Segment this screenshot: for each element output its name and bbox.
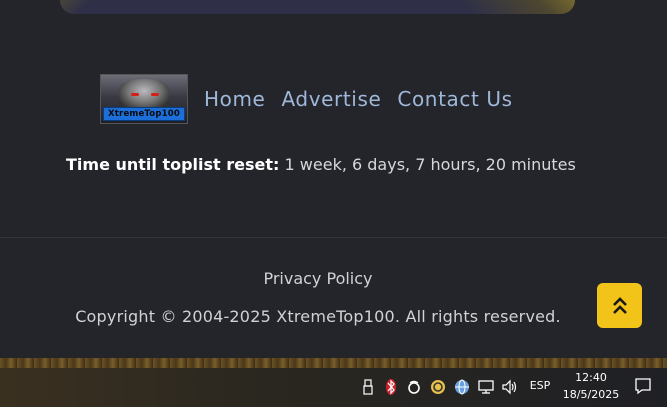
volume-icon[interactable]: [501, 378, 519, 396]
double-chevron-up-icon: [612, 296, 627, 314]
nav-link-advertise[interactable]: Advertise: [281, 87, 381, 111]
reset-label: Time until toplist reset:: [66, 155, 280, 174]
logo-eye-left: [131, 93, 139, 96]
logo-face: [119, 79, 169, 109]
app-icon[interactable]: [429, 378, 447, 396]
usb-icon[interactable]: [359, 378, 377, 396]
footer-divider: [0, 237, 667, 238]
taskbar-clock[interactable]: 12:40 18/5/2025: [560, 369, 622, 403]
steam-icon[interactable]: [405, 378, 423, 396]
notification-icon[interactable]: [634, 377, 652, 395]
logo-text: XtremeTop100: [103, 107, 185, 121]
nav-link-home[interactable]: Home: [204, 87, 265, 111]
top-card-remnant: [60, 0, 575, 14]
nav-link-contact-us[interactable]: Contact Us: [397, 87, 512, 111]
scroll-to-top-button[interactable]: [597, 283, 642, 328]
copyright-text: Copyright © 2004-2025 XtremeTop100. All …: [75, 307, 561, 326]
browser-icon[interactable]: [453, 378, 471, 396]
network-icon[interactable]: [477, 378, 495, 396]
footer-nav: XtremeTop100 Home Advertise Contact Us: [100, 73, 529, 125]
card-decoration-right: [415, 0, 575, 14]
toplist-reset-timer: Time until toplist reset: 1 week, 6 days…: [66, 155, 576, 174]
clock-date: 18/5/2025: [562, 388, 620, 401]
input-language-indicator[interactable]: ESP: [528, 379, 552, 392]
privacy-policy-link[interactable]: Privacy Policy: [0, 269, 636, 288]
clock-time: 12:40: [575, 371, 607, 384]
logo-eye-right: [151, 93, 159, 96]
desktop-wallpaper-strip: [0, 358, 667, 368]
card-decoration-left: [60, 0, 110, 14]
site-logo[interactable]: XtremeTop100: [100, 74, 188, 124]
bluetooth-icon[interactable]: [382, 378, 400, 396]
reset-value: 1 week, 6 days, 7 hours, 20 minutes: [284, 155, 576, 174]
